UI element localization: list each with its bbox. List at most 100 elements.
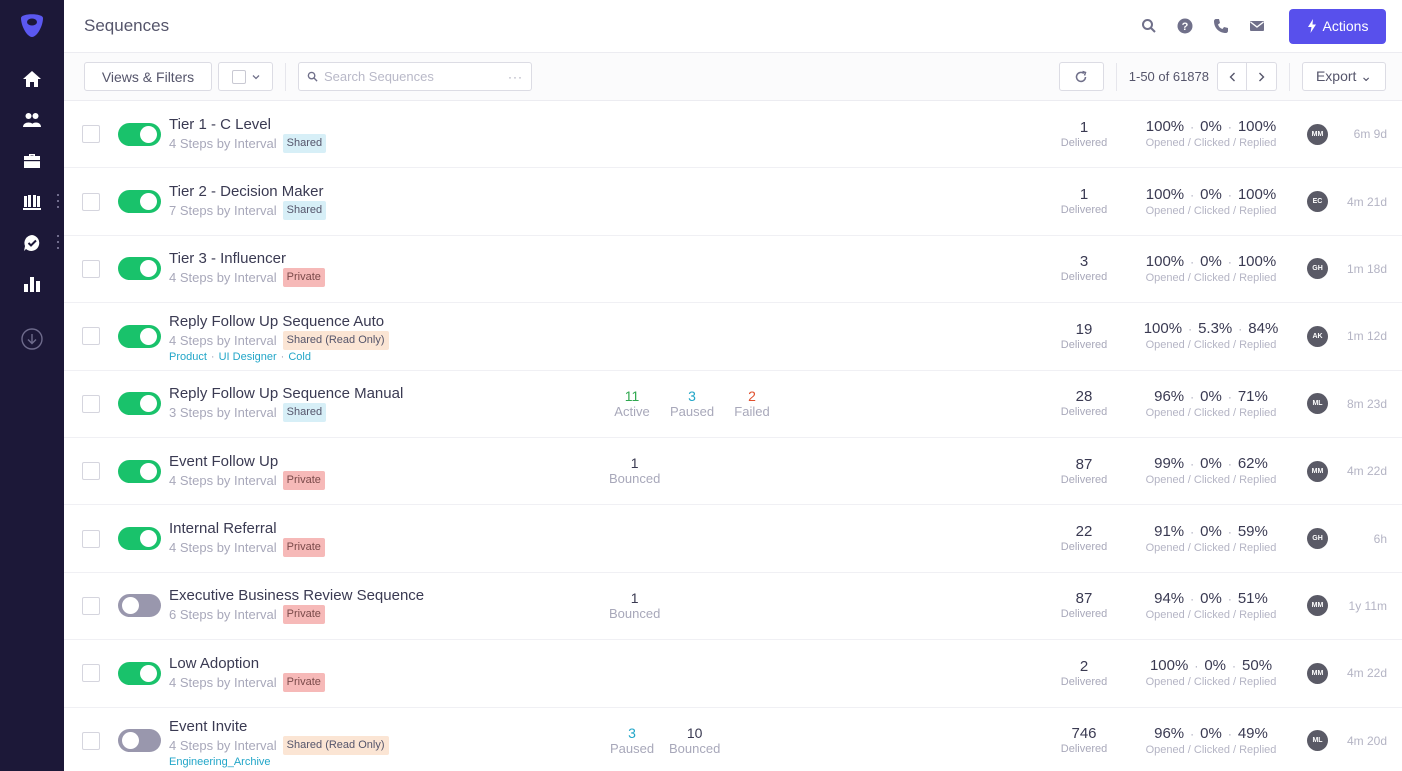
- search-button[interactable]: [1131, 8, 1167, 44]
- sequence-name[interactable]: Internal Referral: [169, 520, 609, 538]
- count-paused[interactable]: 3 Paused: [669, 388, 715, 420]
- owner-avatar[interactable]: ML: [1307, 393, 1328, 415]
- clicked-rate: 0%: [1200, 455, 1222, 473]
- owner-avatar[interactable]: AK: [1307, 325, 1328, 347]
- help-button[interactable]: ?: [1167, 8, 1203, 44]
- sidebar-item-home[interactable]: [0, 58, 64, 99]
- delivered-count: 87: [1075, 590, 1093, 608]
- owner-avatar[interactable]: MM: [1307, 460, 1328, 482]
- sequence-enabled-toggle[interactable]: [118, 392, 161, 416]
- refresh-button[interactable]: [1058, 62, 1104, 91]
- sequence-row[interactable]: Event Follow Up 4 Steps by Interval Priv…: [64, 438, 1402, 506]
- sequence-enabled-toggle[interactable]: [118, 661, 161, 685]
- sequence-row[interactable]: Tier 3 - Influencer 4 Steps by Interval …: [64, 236, 1402, 304]
- replied-rate: 50%: [1242, 657, 1273, 675]
- row-checkbox[interactable]: [82, 192, 100, 211]
- bulk-select-dropdown[interactable]: [218, 62, 273, 91]
- owner-avatar[interactable]: ML: [1307, 730, 1328, 752]
- engagement-rates: 100% · 0% · 100% Opened / Clicked / Replied: [1126, 253, 1296, 285]
- tag-link[interactable]: UI Designer: [219, 351, 277, 363]
- sequence-row[interactable]: Tier 2 - Decision Maker 7 Steps by Inter…: [64, 168, 1402, 236]
- row-checkbox[interactable]: [82, 731, 100, 750]
- sequence-enabled-toggle[interactable]: [118, 324, 161, 348]
- sidebar-item-library[interactable]: [0, 181, 64, 222]
- row-checkbox[interactable]: [82, 394, 100, 413]
- count-bounced[interactable]: 10 Bounced: [669, 725, 720, 757]
- owner-avatar[interactable]: GH: [1307, 528, 1328, 550]
- owner-avatar[interactable]: EC: [1307, 191, 1328, 213]
- sequence-name[interactable]: Event Invite: [169, 718, 609, 736]
- count-failed[interactable]: 2 Failed: [729, 388, 775, 420]
- sharing-badge: Private: [282, 672, 325, 692]
- row-checkbox[interactable]: [82, 462, 100, 481]
- outreach-logo-icon[interactable]: [17, 10, 47, 40]
- select-all-checkbox[interactable]: [231, 69, 246, 84]
- sequence-info: Tier 3 - Influencer 4 Steps by Interval …: [169, 250, 609, 288]
- sequence-row[interactable]: Reply Follow Up Sequence Auto 4 Steps by…: [64, 303, 1402, 371]
- sequence-name[interactable]: Tier 2 - Decision Maker: [169, 183, 609, 201]
- search-options-icon[interactable]: ···: [508, 70, 523, 84]
- owner-avatar[interactable]: GH: [1307, 258, 1328, 280]
- sequence-enabled-toggle[interactable]: [118, 257, 161, 281]
- count-active[interactable]: 11 Active: [609, 388, 655, 420]
- email-button[interactable]: [1239, 8, 1275, 44]
- sequence-name[interactable]: Executive Business Review Sequence: [169, 587, 609, 605]
- chevron-right-icon: [1259, 72, 1265, 81]
- row-checkbox[interactable]: [82, 596, 100, 615]
- sequence-enabled-toggle[interactable]: [118, 729, 161, 753]
- engagement-rates: 96% · 0% · 71% Opened / Clicked / Replied: [1126, 388, 1296, 420]
- search-sequences-field[interactable]: ···: [298, 62, 532, 91]
- tag-link[interactable]: Cold: [288, 351, 311, 363]
- sidebar-item-accounts[interactable]: [0, 140, 64, 181]
- sidebar-item-download[interactable]: [0, 318, 64, 359]
- count-bounced[interactable]: 1 Bounced: [609, 590, 660, 622]
- sequence-enabled-toggle[interactable]: [118, 122, 161, 146]
- library-menu-dots-icon[interactable]: [57, 194, 60, 208]
- sequence-enabled-toggle[interactable]: [118, 459, 161, 483]
- row-checkbox[interactable]: [82, 259, 100, 278]
- sidebar: [0, 0, 64, 771]
- sequence-enabled-toggle[interactable]: [118, 190, 161, 214]
- views-filters-button[interactable]: Views & Filters: [84, 62, 212, 91]
- search-input[interactable]: [324, 69, 502, 84]
- tag-link[interactable]: Engineering_Archive: [169, 756, 271, 768]
- sequence-enabled-toggle[interactable]: [118, 527, 161, 551]
- sequence-name[interactable]: Tier 3 - Influencer: [169, 250, 609, 268]
- sequence-name[interactable]: Reply Follow Up Sequence Manual: [169, 385, 609, 403]
- tasks-menu-dots-icon[interactable]: [57, 235, 60, 249]
- sidebar-item-reports[interactable]: [0, 263, 64, 304]
- sharing-badge: Shared: [282, 201, 327, 221]
- sequence-enabled-toggle[interactable]: [118, 594, 161, 618]
- briefcase-icon: [24, 153, 40, 168]
- sequence-row[interactable]: Low Adoption 4 Steps by Interval Private…: [64, 640, 1402, 708]
- owner-avatar[interactable]: MM: [1307, 123, 1328, 145]
- tag-link[interactable]: Product: [169, 351, 207, 363]
- owner-avatar[interactable]: MM: [1307, 662, 1328, 684]
- engagement-rates: 91% · 0% · 59% Opened / Clicked / Replied: [1126, 523, 1296, 555]
- sidebar-item-people[interactable]: [0, 99, 64, 140]
- sequence-name[interactable]: Event Follow Up: [169, 453, 609, 471]
- actions-button[interactable]: Actions: [1289, 8, 1386, 44]
- sequence-row[interactable]: Internal Referral 4 Steps by Interval Pr…: [64, 505, 1402, 573]
- sequence-row[interactable]: Reply Follow Up Sequence Manual 3 Steps …: [64, 371, 1402, 438]
- sequence-row[interactable]: Event Invite 4 Steps by Interval Shared …: [64, 708, 1402, 771]
- sequence-name[interactable]: Low Adoption: [169, 655, 609, 673]
- row-checkbox[interactable]: [82, 327, 100, 346]
- opened-rate: 96%: [1154, 387, 1185, 405]
- divider: [1115, 62, 1117, 91]
- sequence-name[interactable]: Reply Follow Up Sequence Auto: [169, 313, 609, 331]
- next-page-button[interactable]: [1247, 62, 1277, 91]
- previous-page-button[interactable]: [1217, 62, 1247, 91]
- export-dropdown[interactable]: Export ⌄: [1302, 62, 1386, 91]
- row-checkbox[interactable]: [82, 664, 100, 683]
- count-bounced[interactable]: 1 Bounced: [609, 455, 660, 487]
- owner-avatar[interactable]: MM: [1307, 595, 1328, 617]
- row-checkbox[interactable]: [82, 125, 100, 144]
- sequence-name[interactable]: Tier 1 - C Level: [169, 116, 609, 134]
- sidebar-item-tasks[interactable]: [0, 222, 64, 263]
- phone-button[interactable]: [1203, 8, 1239, 44]
- sequence-row[interactable]: Executive Business Review Sequence 6 Ste…: [64, 573, 1402, 641]
- sequence-row[interactable]: Tier 1 - C Level 4 Steps by Interval Sha…: [64, 101, 1402, 169]
- count-paused[interactable]: 3 Paused: [609, 725, 655, 757]
- row-checkbox[interactable]: [82, 529, 100, 548]
